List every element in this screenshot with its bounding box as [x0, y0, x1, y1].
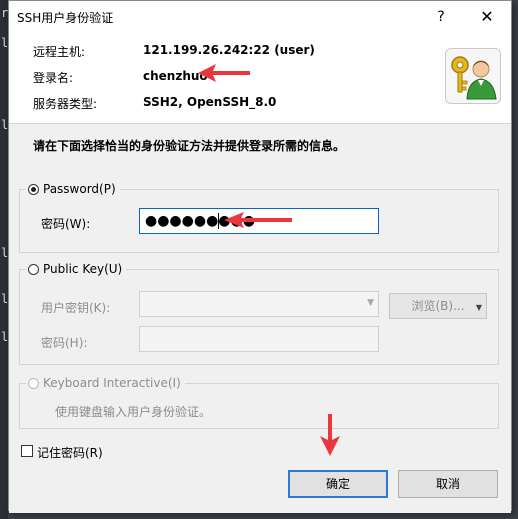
background-terminal: r l l l l l [0, 0, 8, 519]
remember-password-label[interactable]: 记住密码(R) [37, 444, 103, 461]
ok-button[interactable]: 确定 [288, 470, 388, 498]
radio-selected-indicator[interactable] [28, 183, 39, 195]
server-type-value: SSH2, OpenSSH_8.0 [143, 95, 277, 109]
ok-button-label: 确定 [325, 477, 350, 491]
text-caret [218, 213, 219, 229]
password-masked-value: ●●●●●●●●● [145, 213, 255, 229]
dialog-title: SSH用户身份验证 [17, 11, 114, 25]
user-key-select[interactable]: ▼ [139, 291, 379, 317]
cancel-button[interactable]: 取消 [398, 470, 498, 498]
chevron-down-icon: ▼ [367, 298, 374, 308]
remote-host-row: 远程主机: 121.199.26.242:22 (user) [33, 43, 433, 61]
remote-host-value: 121.199.26.242:22 (user) [143, 43, 315, 57]
login-name-row: 登录名: chenzhuo [33, 69, 433, 87]
remote-host-label: 远程主机: [33, 45, 86, 59]
public-key-radio[interactable]: Public Key(U) [26, 260, 127, 278]
password-radio[interactable]: Password(P) [26, 180, 120, 198]
keyboard-interactive-radio[interactable]: Keyboard Interactive(I) [26, 374, 185, 392]
login-name-label: 登录名: [33, 71, 74, 85]
instruction-text: 请在下面选择恰当的身份验证方法并提供登录所需的信息。 [33, 139, 346, 153]
passphrase-label: 密码(H): [41, 336, 88, 350]
radio-unselected-indicator[interactable] [28, 263, 39, 275]
browse-button-label: 浏览(B)... [411, 299, 465, 313]
user-key-label: 用户密钥(K): [41, 301, 111, 315]
help-button[interactable]: ? [423, 4, 459, 30]
password-field-label: 密码(W): [41, 217, 91, 231]
password-input[interactable]: ●●●●●●●●● [139, 208, 379, 234]
keyboard-interactive-description: 使用键盘输入用户身份验证。 [55, 405, 212, 419]
public-key-radio-label: Public Key(U) [43, 262, 123, 276]
password-radio-label: Password(P) [43, 182, 116, 196]
server-type-row: 服务器类型: SSH2, OpenSSH_8.0 [33, 95, 433, 113]
radio-disabled-indicator[interactable] [28, 377, 39, 389]
remember-password-checkbox[interactable] [21, 445, 33, 457]
ssh-auth-dialog: SSH用户身份验证 ? ✕ 远程主机: 121.199.26.242:22 (u… [8, 0, 512, 513]
passphrase-input[interactable] [139, 326, 379, 352]
browse-button[interactable]: 浏览(B)... ▼ [389, 293, 487, 319]
login-name-value: chenzhuo [143, 69, 208, 83]
dropdown-arrow-icon: ▼ [475, 303, 482, 312]
title-bar: SSH用户身份验证 ? ✕ [9, 1, 511, 32]
key-user-icon [445, 48, 501, 104]
keyboard-interactive-radio-label: Keyboard Interactive(I) [43, 376, 181, 390]
close-button[interactable]: ✕ [469, 4, 505, 30]
cancel-button-label: 取消 [435, 477, 460, 491]
server-type-label: 服务器类型: [33, 97, 98, 111]
